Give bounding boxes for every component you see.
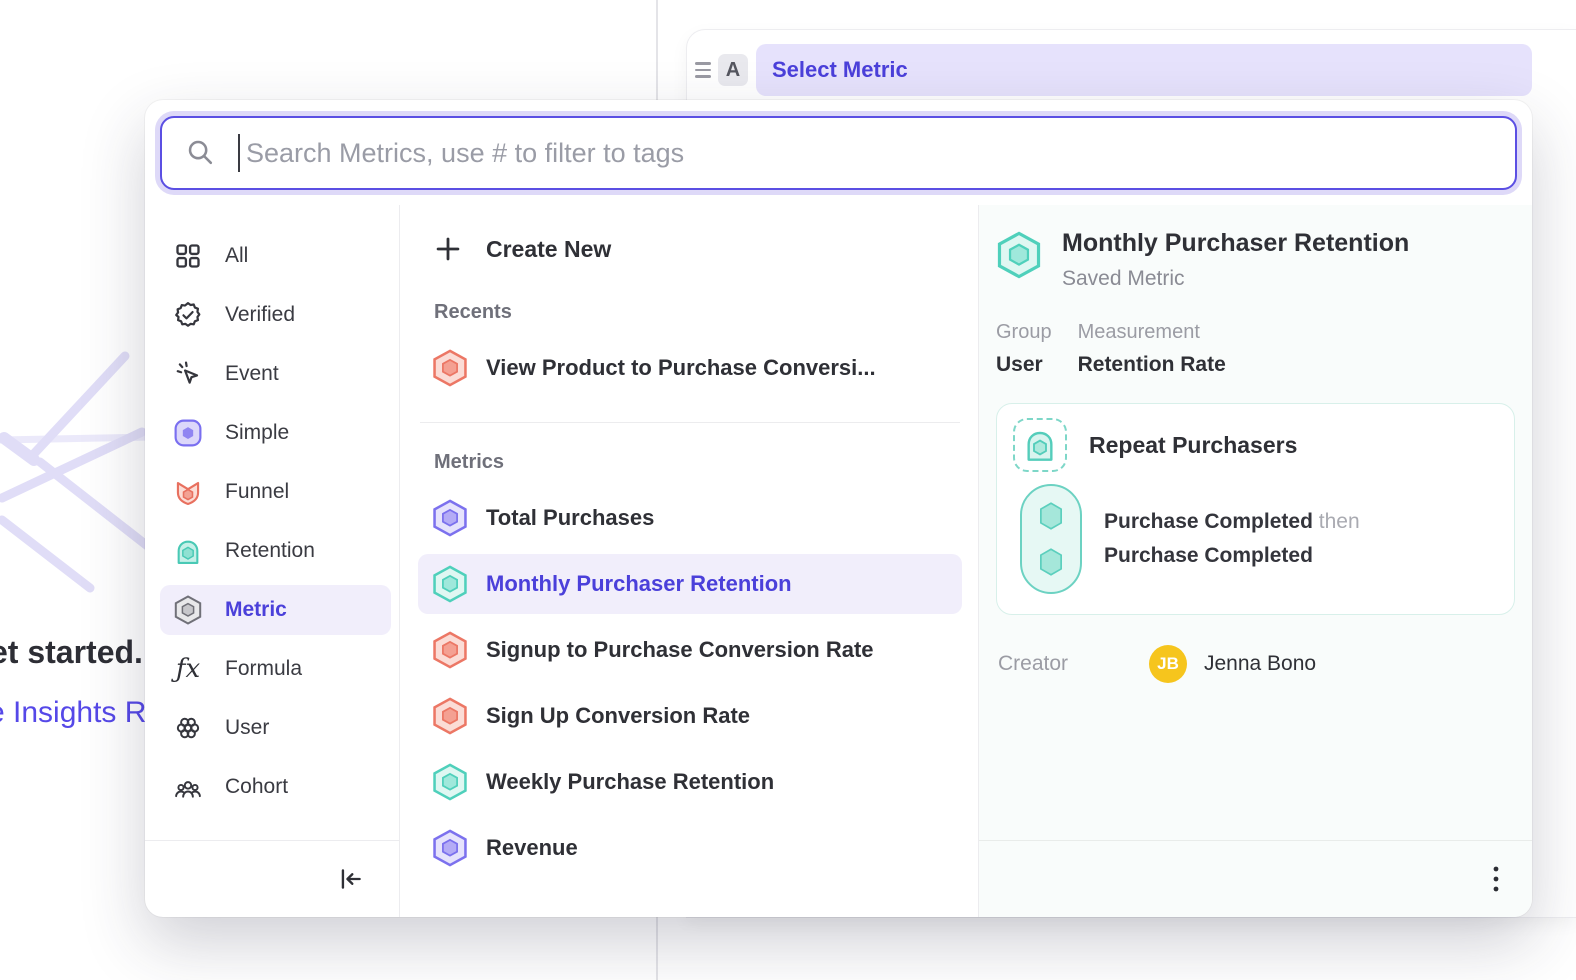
metric-item-label: Monthly Purchaser Retention	[486, 571, 792, 597]
drag-handle-icon[interactable]	[692, 62, 718, 77]
funnel-metric-hexagon-icon	[432, 697, 468, 735]
grid-icon	[173, 241, 203, 271]
metric-item-monthly-purchaser-retention[interactable]: Monthly Purchaser Retention	[418, 554, 962, 614]
metric-block-badge: A	[718, 54, 748, 86]
funnel-metric-hexagon-icon	[432, 349, 468, 387]
sidebar-item-formula[interactable]: ƒx Formula	[160, 644, 391, 694]
step-hexagon-icon	[1036, 546, 1066, 578]
sidebar-item-label: User	[225, 716, 269, 740]
list-divider	[420, 422, 960, 423]
sidebar-item-label: Formula	[225, 657, 302, 681]
metric-item-signup-to-purchase-conversion-rate[interactable]: Signup to Purchase Conversion Rate	[418, 620, 962, 680]
sidebar-item-metric[interactable]: Metric	[160, 585, 391, 635]
metric-item-label: Sign Up Conversion Rate	[486, 703, 750, 729]
step-hexagon-icon	[1036, 500, 1066, 532]
measurement-value: Retention Rate	[1078, 353, 1226, 377]
repeat-purchasers-icon	[1013, 418, 1067, 472]
group-meta: Group User	[996, 321, 1052, 377]
sidebar-item-label: Verified	[225, 303, 295, 327]
sidebar-item-event[interactable]: Event	[160, 349, 391, 399]
sidebar-item-label: Event	[225, 362, 279, 386]
plus-icon	[434, 235, 462, 263]
search-icon	[186, 138, 216, 168]
metric-item-sign-up-conversion-rate[interactable]: Sign Up Conversion Rate	[418, 686, 962, 746]
collapse-sidebar-icon[interactable]	[337, 865, 365, 893]
detail-footer	[979, 840, 1532, 917]
search-area	[145, 100, 1532, 205]
simple-hexagon-icon	[173, 418, 203, 448]
creator-label: Creator	[998, 652, 1149, 676]
retention-metric-hexagon-icon	[432, 763, 468, 801]
group-label: Group	[996, 321, 1052, 344]
metric-item-label: Weekly Purchase Retention	[486, 769, 774, 795]
create-new-label: Create New	[486, 236, 611, 263]
sidebar-item-funnel[interactable]: Funnel	[160, 467, 391, 517]
sidebar-item-all[interactable]: All	[160, 231, 391, 281]
retention-arch-icon	[173, 536, 203, 566]
step-connector: then	[1319, 510, 1360, 533]
creator-avatar: JB	[1149, 645, 1187, 683]
detail-title: Monthly Purchaser Retention	[1062, 229, 1409, 258]
sidebar-item-label: Cohort	[225, 775, 288, 799]
sidebar-item-user[interactable]: User	[160, 703, 391, 753]
simple-metric-hexagon-icon	[432, 829, 468, 867]
funnel-icon	[173, 477, 203, 507]
search-box[interactable]	[160, 116, 1517, 190]
metric-item-revenue[interactable]: Revenue	[418, 818, 962, 878]
metric-item-label: Signup to Purchase Conversion Rate	[486, 637, 874, 663]
repeat-purchasers-title: Repeat Purchasers	[1089, 432, 1297, 459]
sidebar-footer	[145, 840, 399, 917]
recents-header: Recents	[434, 301, 962, 324]
simple-metric-hexagon-icon	[432, 499, 468, 537]
search-input[interactable]	[246, 138, 1491, 169]
retention-metric-hexagon-icon	[432, 565, 468, 603]
sidebar-item-label: All	[225, 244, 248, 268]
metric-item-total-purchases[interactable]: Total Purchases	[418, 488, 962, 548]
sidebar-item-label: Funnel	[225, 480, 289, 504]
sidebar-item-label: Metric	[225, 598, 287, 622]
metric-item-view-product-to-purchase[interactable]: View Product to Purchase Conversi...	[418, 338, 962, 398]
sidebar-item-label: Retention	[225, 539, 315, 563]
funnel-step-2: Purchase Completed	[1104, 544, 1360, 568]
sidebar-item-retention[interactable]: Retention	[160, 526, 391, 576]
retention-metric-hexagon-icon	[996, 231, 1042, 279]
verified-badge-icon	[173, 300, 203, 330]
cohort-people-icon	[173, 772, 203, 802]
metric-hexagon-icon	[173, 595, 203, 625]
metric-picker-modal: All Verified	[145, 100, 1532, 917]
metric-item-label: Total Purchases	[486, 505, 654, 531]
creator-row: Creator JB Jenna Bono	[996, 645, 1515, 683]
sidebar-item-simple[interactable]: Simple	[160, 408, 391, 458]
select-metric-label: Select Metric	[772, 57, 908, 83]
sidebar-item-label: Simple	[225, 421, 289, 445]
measurement-meta: Measurement Retention Rate	[1078, 321, 1226, 377]
background-cutoff-heading: et started.	[0, 634, 143, 671]
metric-item-label: View Product to Purchase Conversi...	[486, 355, 876, 381]
funnel-metric-hexagon-icon	[432, 631, 468, 669]
sidebar-item-verified[interactable]: Verified	[160, 290, 391, 340]
funnel-step-1: Purchase Completed then	[1104, 510, 1360, 534]
text-caret	[238, 134, 240, 172]
metrics-header: Metrics	[434, 451, 962, 474]
create-new-button[interactable]: Create New	[418, 225, 962, 273]
metric-detail-panel: Monthly Purchaser Retention Saved Metric…	[979, 205, 1532, 917]
type-filter-sidebar: All Verified	[145, 205, 400, 917]
detail-subtitle: Saved Metric	[1062, 267, 1409, 291]
creator-name: Jenna Bono	[1204, 652, 1316, 676]
cursor-click-icon	[173, 359, 203, 389]
metric-item-weekly-purchase-retention[interactable]: Weekly Purchase Retention	[418, 752, 962, 812]
metric-item-label: Revenue	[486, 835, 578, 861]
formula-fx-icon: ƒx	[173, 654, 203, 684]
metric-list-column: Create New Recents View Product to Purch…	[400, 205, 979, 917]
select-metric-button[interactable]: Select Metric	[756, 44, 1532, 96]
background-insights-link[interactable]: e Insights Re	[0, 696, 163, 730]
funnel-steps-capsule	[1020, 484, 1082, 594]
more-options-kebab-icon[interactable]	[1492, 864, 1500, 894]
measurement-label: Measurement	[1078, 321, 1226, 344]
user-flower-icon	[173, 713, 203, 743]
group-value: User	[996, 353, 1052, 377]
sidebar-item-cohort[interactable]: Cohort	[160, 762, 391, 812]
repeat-purchasers-card: Repeat Purchasers	[996, 403, 1515, 615]
